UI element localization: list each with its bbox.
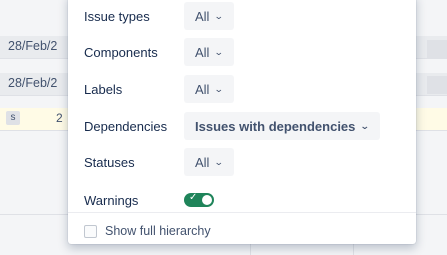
filter-row-components: Components All ⌄ [84, 38, 406, 66]
row-value: 2 [56, 111, 63, 125]
filter-row-dependencies: Dependencies Issues with dependencies ⌄ [84, 112, 406, 140]
select-value: All [195, 81, 210, 97]
select-value: All [195, 154, 210, 170]
chevron-down-icon: ⌄ [214, 156, 225, 167]
divider [68, 212, 416, 213]
chevron-down-icon: ⌄ [214, 46, 225, 57]
filter-row-issue-types: Issue types All ⌄ [84, 2, 406, 30]
toggle-knob [202, 195, 212, 205]
chevron-down-icon: ⌄ [214, 10, 225, 21]
chevron-down-icon: ⌄ [360, 120, 371, 131]
filter-label: Components [84, 44, 158, 60]
dependencies-select[interactable]: Issues with dependencies ⌄ [184, 112, 380, 140]
show-full-hierarchy-checkbox[interactable] [84, 224, 97, 238]
warnings-row: Warnings ✓ [84, 186, 406, 214]
row-chip: s [6, 111, 20, 125]
filter-label: Issue types [84, 8, 150, 24]
components-select[interactable]: All ⌄ [184, 38, 234, 66]
show-full-hierarchy-option[interactable]: Show full hierarchy [84, 224, 211, 238]
labels-select[interactable]: All ⌄ [184, 75, 234, 103]
warnings-label: Warnings [84, 192, 139, 208]
row-date: 28/Feb/2 [8, 39, 58, 53]
view-settings-dropdown: Issue types All ⌄ Components All ⌄ Label… [68, 0, 416, 244]
row-date: 28/Feb/2 [8, 76, 58, 90]
timeline-bar[interactable] [427, 76, 447, 94]
filter-row-labels: Labels All ⌄ [84, 75, 406, 103]
warnings-toggle[interactable]: ✓ [184, 192, 214, 207]
show-full-hierarchy-label: Show full hierarchy [105, 224, 211, 238]
filter-label: Statuses [84, 154, 135, 170]
chevron-down-icon: ⌄ [214, 83, 225, 94]
check-icon: ✓ [189, 192, 198, 203]
filter-label: Dependencies [84, 118, 168, 134]
timeline-bar[interactable] [427, 40, 447, 58]
filter-row-statuses: Statuses All ⌄ [84, 148, 406, 176]
statuses-select[interactable]: All ⌄ [184, 148, 234, 176]
select-value: All [195, 8, 210, 24]
select-value: Issues with dependencies [195, 118, 356, 134]
issue-types-select[interactable]: All ⌄ [184, 2, 234, 30]
filter-label: Labels [84, 81, 123, 97]
select-value: All [195, 44, 210, 60]
